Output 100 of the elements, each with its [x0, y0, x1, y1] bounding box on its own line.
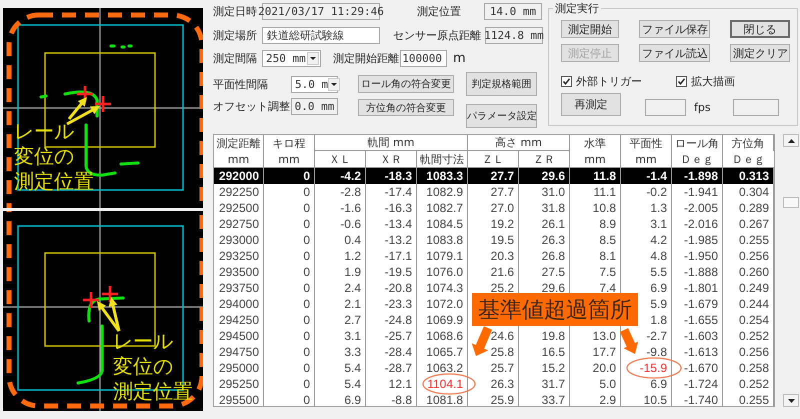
table-cell[interactable]: 6.9 — [650, 281, 667, 295]
table-cell[interactable]: -1.655 — [684, 313, 718, 327]
table-cell[interactable]: 27.5 — [542, 265, 565, 279]
dropdown[interactable]: 5.0 m — [291, 76, 338, 92]
table-cell[interactable]: -16.3 — [384, 201, 412, 215]
table-cell[interactable]: -28.7 — [384, 361, 412, 375]
table-cell[interactable]: 0 — [303, 185, 310, 199]
button[interactable]: ファイル保存 — [639, 20, 710, 38]
table-cell[interactable]: 1083.8 — [426, 233, 463, 247]
table-cell[interactable]: 295000 — [218, 361, 259, 375]
table-cell[interactable]: 5.4 — [344, 377, 361, 391]
table-cell[interactable]: 5.0 — [599, 377, 616, 391]
table-cell[interactable]: 25.9 — [490, 393, 514, 406]
table-cell[interactable]: 0 — [303, 249, 310, 263]
table-cell[interactable]: 25.8 — [490, 345, 514, 359]
table-cell[interactable]: -17.1 — [384, 249, 412, 263]
button[interactable]: 判定規格範囲 — [466, 72, 537, 96]
table-cell[interactable]: 0.252 — [738, 377, 769, 391]
table-cell[interactable]: 10.5 — [644, 393, 667, 406]
table-cell[interactable]: 17.7 — [592, 345, 616, 359]
table-cell[interactable]: 27.7 — [490, 185, 514, 199]
table-cell[interactable]: 20.0 — [592, 361, 616, 375]
table-cell[interactable]: 295500 — [218, 393, 259, 406]
table-cell[interactable]: 12.1 — [388, 377, 412, 391]
table-cell[interactable]: -1.670 — [684, 361, 718, 375]
table-cell[interactable]: 1076.0 — [426, 265, 463, 279]
table-cell[interactable]: 295250 — [218, 377, 259, 391]
table-cell[interactable]: 1072.0 — [426, 297, 463, 311]
table-cell[interactable]: -1.603 — [684, 329, 718, 343]
table-cell[interactable]: 0.249 — [738, 281, 769, 295]
table-cell[interactable]: 292500 — [218, 201, 259, 215]
table-cell[interactable]: -1.950 — [684, 249, 718, 263]
table-cell[interactable]: 2.9 — [599, 393, 616, 406]
table-cell[interactable]: 1069.9 — [426, 313, 463, 327]
table-cell[interactable]: -28.4 — [384, 345, 412, 359]
table-cell[interactable]: 31.7 — [542, 377, 565, 391]
table-cell[interactable]: -2.8 — [340, 185, 361, 199]
table-cell[interactable]: 0 — [303, 265, 310, 279]
table-cell[interactable]: 0 — [303, 281, 310, 295]
table-cell[interactable]: 1084.5 — [426, 217, 463, 231]
table-cell[interactable]: 31.0 — [542, 185, 565, 199]
table-cell[interactable]: 292250 — [218, 185, 259, 199]
table-cell[interactable]: 0.252 — [738, 329, 769, 343]
table-cell[interactable]: 31.8 — [542, 201, 565, 215]
table-cell[interactable]: 1081.8 — [426, 393, 463, 406]
table-cell[interactable]: 0.4 — [344, 233, 361, 247]
table-cell[interactable]: 0 — [303, 217, 310, 231]
text-field[interactable]: 鉄道総研試験線 — [262, 26, 380, 44]
table-cell[interactable]: -15.9 — [640, 361, 667, 375]
table-cell[interactable]: 0 — [303, 345, 310, 359]
scroll-up-button[interactable] — [783, 134, 799, 147]
table-cell[interactable]: -13.2 — [384, 233, 412, 247]
table-cell[interactable]: 15.2 — [542, 361, 565, 375]
table-cell[interactable]: 20.3 — [490, 249, 514, 263]
table-cell[interactable]: 0.260 — [738, 265, 769, 279]
table-cell[interactable]: 294000 — [218, 297, 259, 311]
table-cell[interactable]: 1079.1 — [426, 249, 463, 263]
table-cell[interactable]: -1.740 — [684, 393, 718, 406]
table-cell[interactable]: 8.9 — [599, 217, 616, 231]
table-cell[interactable]: 292750 — [218, 217, 259, 231]
table-cell[interactable]: -1.6 — [340, 201, 361, 215]
table-cell[interactable]: -1.985 — [684, 233, 718, 247]
table-cell[interactable]: 293500 — [218, 265, 259, 279]
checkbox[interactable]: 拡大描画 — [676, 74, 735, 88]
table-cell[interactable]: -1.888 — [684, 265, 718, 279]
table-cell[interactable]: 8.1 — [599, 249, 616, 263]
table-cell[interactable]: 0.289 — [738, 201, 769, 215]
button[interactable]: 閉じる — [730, 20, 790, 38]
table-cell[interactable]: 13.0 — [592, 329, 616, 343]
table-cell[interactable]: 26.3 — [490, 377, 514, 391]
button[interactable]: ファイル読込 — [639, 44, 710, 62]
table-cell[interactable]: -1.801 — [684, 281, 718, 295]
table-cell[interactable]: -13.4 — [384, 217, 412, 231]
text-field[interactable]: 100000 — [400, 50, 447, 66]
table-cell[interactable]: 2.7 — [344, 313, 361, 327]
table-cell[interactable]: 19.2 — [490, 217, 514, 231]
table-cell[interactable]: 294250 — [218, 313, 259, 327]
table-cell[interactable]: 4.2 — [650, 233, 667, 247]
table-cell[interactable]: 5.5 — [650, 265, 667, 279]
table-cell[interactable]: 5.9 — [650, 297, 667, 311]
table-cell[interactable]: 294500 — [218, 329, 259, 343]
table-cell[interactable]: 2.4 — [344, 281, 361, 295]
table-cell[interactable]: 1082.7 — [426, 201, 463, 215]
table-cell[interactable]: 0 — [303, 313, 310, 327]
table-cell[interactable]: 1104.1 — [427, 377, 463, 391]
table-cell[interactable]: -9.8 — [646, 345, 667, 359]
table-cell[interactable]: 293750 — [218, 281, 259, 295]
table-cell[interactable]: 26.8 — [542, 249, 565, 263]
table-cell[interactable]: -1.724 — [684, 377, 718, 391]
table-cell[interactable]: 1063.2 — [426, 361, 463, 375]
table-cell[interactable]: 21.6 — [490, 265, 514, 279]
table-cell[interactable]: 0.244 — [738, 297, 769, 311]
table-cell[interactable]: 1065.7 — [426, 345, 463, 359]
table-cell[interactable]: 293250 — [218, 249, 259, 263]
table-cell[interactable]: 0 — [303, 329, 310, 343]
dropdown[interactable]: 250 mm — [262, 50, 321, 66]
button[interactable]: 測定開始 — [561, 20, 619, 38]
table-cell[interactable]: 33.7 — [542, 393, 565, 406]
table-cell[interactable]: 26.1 — [542, 217, 565, 231]
table-cell[interactable]: 7.4 — [599, 281, 616, 295]
